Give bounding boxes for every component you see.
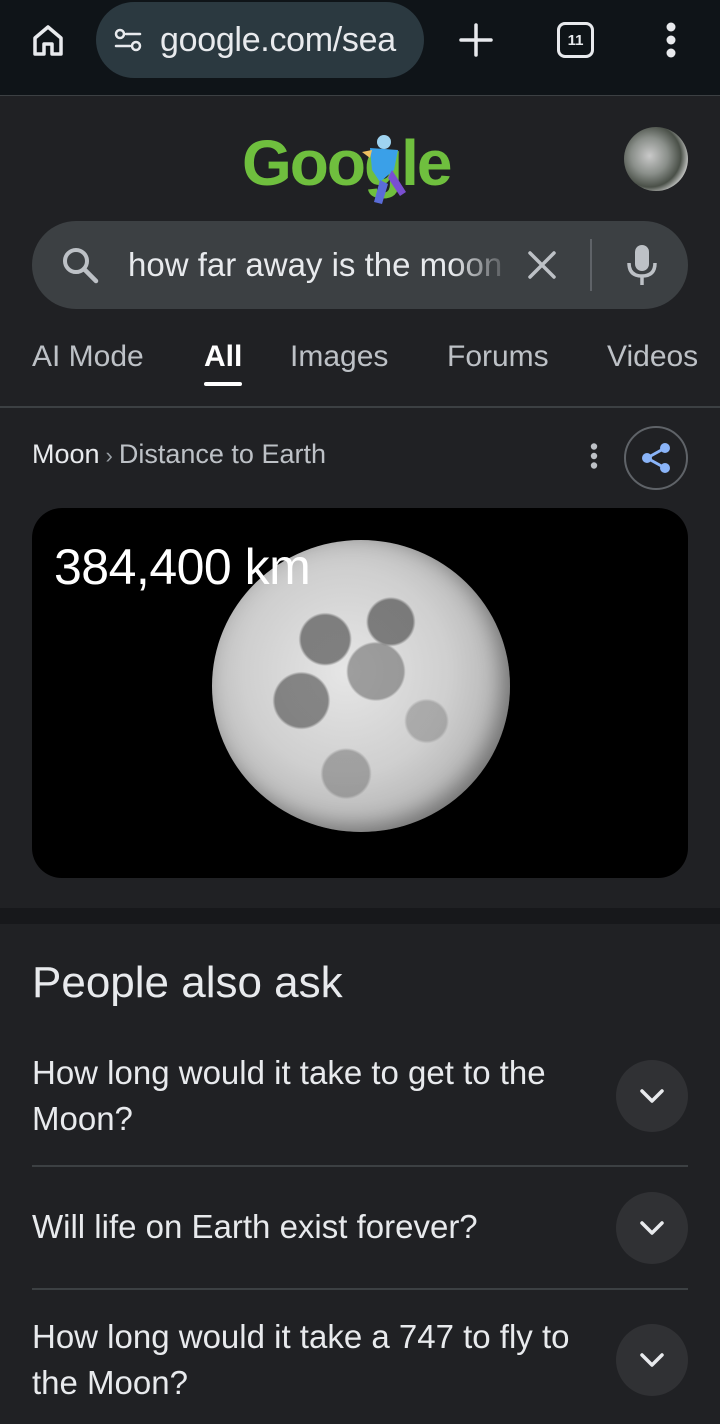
tab-switcher-button[interactable]: 11 [557, 22, 594, 58]
chevron-down-icon [640, 1089, 664, 1103]
share-icon [642, 443, 670, 473]
breadcrumb-separator: › [105, 443, 113, 468]
more-vert-icon [590, 443, 598, 469]
breadcrumb-entity[interactable]: Moon [32, 439, 100, 469]
new-tab-button[interactable] [456, 20, 496, 60]
paa-item[interactable]: How long would it take a 747 to fly to t… [32, 1314, 688, 1424]
home-icon [33, 25, 63, 56]
paa-question: How long would it take to get to the Moo… [32, 1054, 546, 1137]
paa-item[interactable]: Will life on Earth exist forever? [32, 1192, 688, 1264]
url-text: google.com/sea [160, 20, 396, 59]
tab-images[interactable]: Images [290, 330, 388, 386]
microphone-icon[interactable] [622, 243, 662, 287]
site-settings-icon[interactable] [112, 24, 144, 56]
home-button[interactable] [28, 20, 68, 60]
paa-expand-button[interactable] [616, 1192, 688, 1264]
paa-divider [32, 1165, 688, 1167]
chevron-down-icon [640, 1221, 664, 1235]
search-text-fade [452, 221, 514, 309]
tab-all[interactable]: All [204, 330, 242, 386]
close-icon[interactable] [524, 247, 560, 283]
search-tabs: AI Mode All Images Forums Videos [0, 330, 720, 406]
answer-image-card[interactable]: 384,400 km [32, 508, 688, 878]
share-button[interactable] [624, 426, 688, 490]
plus-icon [459, 23, 493, 57]
chevron-down-icon [640, 1353, 664, 1367]
paa-question: Will life on Earth exist forever? [32, 1208, 478, 1245]
tabs-divider [0, 406, 720, 408]
paa-expand-button[interactable] [616, 1060, 688, 1132]
search-divider [590, 239, 592, 291]
answer-value: 384,400 km [54, 539, 311, 595]
active-tab-indicator [204, 382, 242, 386]
account-avatar[interactable] [624, 127, 688, 191]
paa-expand-button[interactable] [616, 1324, 688, 1396]
address-bar[interactable]: google.com/sea [96, 2, 424, 78]
answer-breadcrumb[interactable]: Moon › Distance to Earth [32, 432, 326, 476]
paa-divider [32, 1288, 688, 1290]
tab-ai-mode[interactable]: AI Mode [32, 330, 144, 386]
doodle-figure-icon [362, 135, 406, 204]
section-separator [0, 908, 720, 924]
people-also-ask-heading: People also ask [32, 958, 343, 1007]
tab-forums[interactable]: Forums [447, 330, 549, 386]
paa-item[interactable]: How long would it take to get to the Moo… [32, 1048, 688, 1158]
tab-videos[interactable]: Videos [607, 330, 698, 386]
paa-question: How long would it take a 747 to fly to t… [32, 1318, 570, 1401]
tab-count: 11 [567, 31, 584, 49]
more-vert-icon [666, 22, 676, 58]
browser-toolbar: google.com/sea 11 [0, 0, 720, 96]
answer-more-button[interactable] [580, 436, 608, 476]
search-icon [63, 248, 99, 284]
browser-menu-button[interactable] [656, 20, 686, 60]
breadcrumb-attribute: Distance to Earth [118, 439, 326, 469]
search-box[interactable]: how far away is the moon [32, 221, 688, 309]
